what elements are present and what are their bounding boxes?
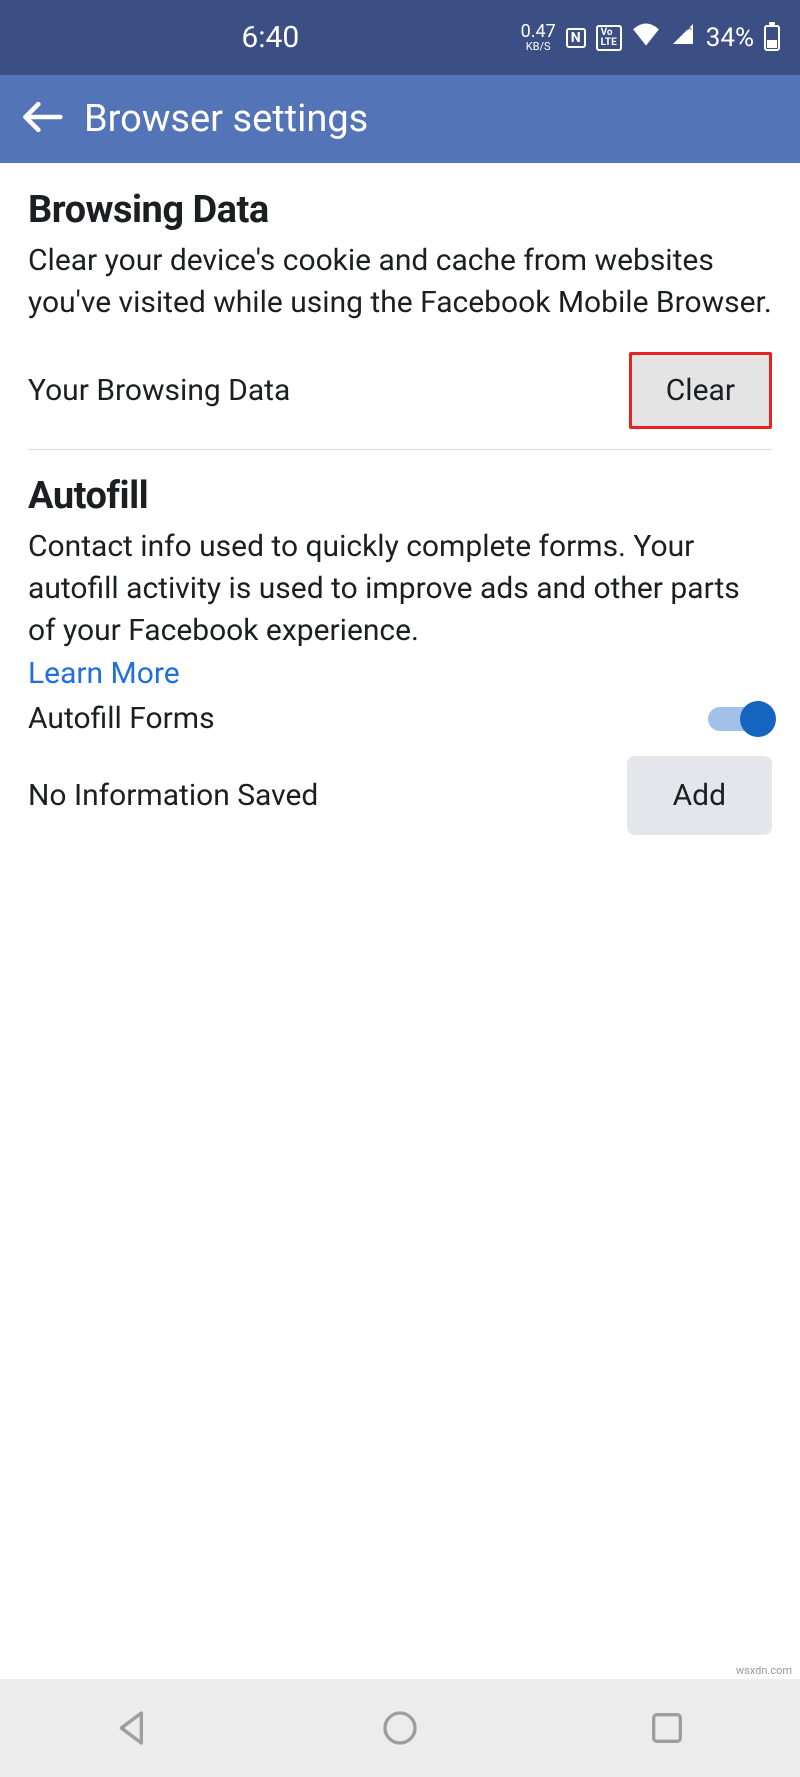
browsing-data-desc: Clear your device's cookie and cache fro… [28,240,772,324]
cell-signal-icon: x [670,22,696,53]
browsing-data-title: Browsing Data [28,188,772,232]
toggle-thumb [740,701,776,737]
section-divider [28,449,772,450]
system-nav-bar [0,1679,800,1777]
status-bar: 6:40 0.47 KB/S N Vo LTE x 34% [0,0,800,75]
add-button[interactable]: Add [627,756,772,835]
clear-button[interactable]: Clear [629,352,772,429]
nav-back-button[interactable] [113,1708,153,1748]
your-browsing-data-row: Your Browsing Data Clear [28,352,772,429]
autofill-forms-label: Autofill Forms [28,701,215,736]
browsing-data-section: Browsing Data Clear your device's cookie… [28,188,772,429]
autofill-section: Autofill Contact info used to quickly co… [28,474,772,835]
network-speed-icon: 0.47 KB/S [521,23,556,52]
watermark: wsxdn.com [736,1664,792,1677]
autofill-desc: Contact info used to quickly complete fo… [28,526,772,652]
nav-recents-button[interactable] [647,1708,687,1748]
nav-home-button[interactable] [380,1708,420,1748]
content-area: Browsing Data Clear your device's cookie… [0,163,800,880]
status-time-container: 6:40 [20,20,521,55]
status-icons: 0.47 KB/S N Vo LTE x 34% [521,22,780,53]
your-browsing-data-label: Your Browsing Data [28,373,290,408]
battery-icon [764,25,780,51]
page-title: Browser settings [84,97,368,141]
autofill-title: Autofill [28,474,772,518]
learn-more-link[interactable]: Learn More [28,656,180,691]
battery-percent: 34% [706,23,754,53]
status-time: 6:40 [241,20,299,55]
back-button[interactable] [20,95,64,143]
autofill-forms-row: Autofill Forms [28,701,772,736]
nfc-icon: N [566,28,586,48]
no-information-row: No Information Saved Add [28,756,772,835]
app-bar: Browser settings [0,75,800,163]
svg-text:x: x [687,22,692,33]
no-information-label: No Information Saved [28,778,318,813]
volte-icon: Vo LTE [596,25,622,51]
wifi-icon [632,22,660,53]
autofill-forms-toggle[interactable] [708,703,772,735]
